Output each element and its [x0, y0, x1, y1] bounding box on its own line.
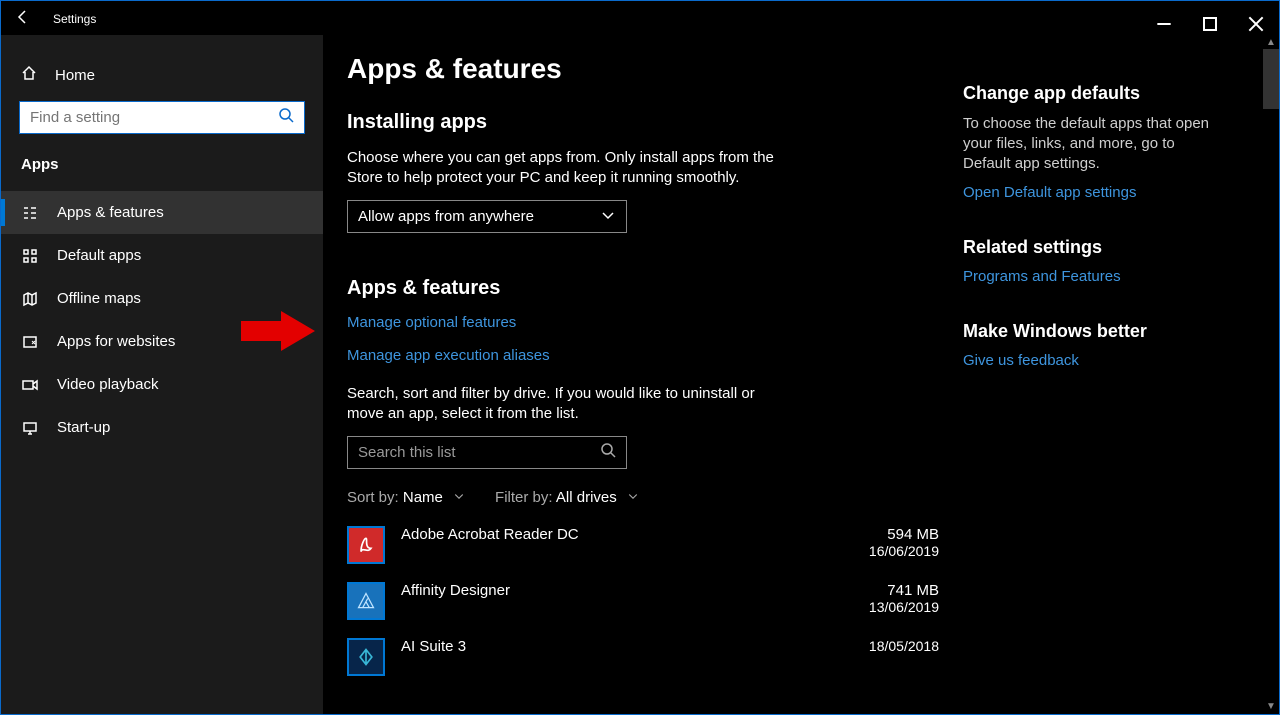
app-name: AI Suite 3 — [401, 638, 869, 655]
app-icon-affinity — [347, 582, 385, 620]
install-source-dropdown[interactable]: Allow apps from anywhere — [347, 200, 627, 233]
installing-apps-body: Choose where you can get apps from. Only… — [347, 148, 777, 188]
app-name: Affinity Designer — [401, 582, 869, 599]
change-defaults-body: To choose the default apps that open you… — [963, 114, 1221, 174]
app-date: 18/05/2018 — [869, 638, 939, 654]
make-windows-better-heading: Make Windows better — [963, 321, 1221, 342]
startup-icon — [21, 420, 39, 436]
sidebar: Home Apps Apps & features Default apps — [1, 35, 323, 714]
app-icon-acrobat — [347, 526, 385, 564]
window-title: Settings — [53, 12, 96, 26]
dropdown-value: Allow apps from anywhere — [358, 208, 534, 225]
filter-value: All drives — [556, 489, 617, 506]
app-search-input[interactable] — [347, 436, 627, 469]
filter-by-dropdown[interactable]: Filter by: All drives — [495, 489, 639, 506]
app-date: 13/06/2019 — [869, 599, 939, 615]
sidebar-item-label: Start-up — [57, 419, 110, 436]
sidebar-item-label: Offline maps — [57, 290, 141, 307]
home-label: Home — [55, 67, 95, 84]
app-row[interactable]: Affinity Designer 741 MB 13/06/2019 — [347, 582, 939, 620]
app-row[interactable]: Adobe Acrobat Reader DC 594 MB 16/06/201… — [347, 526, 939, 564]
apps-for-websites-icon — [21, 334, 39, 350]
change-defaults-heading: Change app defaults — [963, 83, 1221, 104]
related-settings-heading: Related settings — [963, 237, 1221, 258]
chevron-down-icon — [627, 489, 639, 506]
search-field[interactable] — [30, 109, 278, 126]
annotation-arrow-icon — [241, 311, 315, 351]
programs-and-features-link[interactable]: Programs and Features — [963, 268, 1221, 285]
sidebar-item-label: Video playback — [57, 376, 158, 393]
sidebar-item-startup[interactable]: Start-up — [1, 406, 323, 449]
open-default-app-settings-link[interactable]: Open Default app settings — [963, 184, 1221, 201]
back-button[interactable] — [15, 9, 31, 28]
scroll-thumb[interactable] — [1263, 49, 1279, 109]
main-content: Apps & features Installing apps Choose w… — [323, 35, 963, 714]
manage-optional-features-link[interactable]: Manage optional features — [347, 314, 939, 331]
manage-app-aliases-link[interactable]: Manage app execution aliases — [347, 347, 939, 364]
scrollbar[interactable]: ▲ ▼ — [1263, 35, 1279, 714]
sidebar-item-label: Apps for websites — [57, 333, 175, 350]
app-icon-aisuite — [347, 638, 385, 676]
filter-body: Search, sort and filter by drive. If you… — [347, 384, 777, 424]
sort-value: Name — [403, 489, 443, 506]
scroll-up-icon[interactable]: ▲ — [1266, 35, 1276, 50]
titlebar: Settings — [1, 1, 1279, 35]
sidebar-item-label: Default apps — [57, 247, 141, 264]
sidebar-item-default-apps[interactable]: Default apps — [1, 234, 323, 277]
home-button[interactable]: Home — [1, 57, 323, 101]
app-search-field[interactable] — [358, 444, 600, 461]
app-size: 741 MB — [869, 582, 939, 599]
scroll-down-icon[interactable]: ▼ — [1266, 699, 1276, 714]
app-size: 594 MB — [869, 526, 939, 543]
app-name: Adobe Acrobat Reader DC — [401, 526, 869, 543]
sort-by-dropdown[interactable]: Sort by: Name — [347, 489, 465, 506]
sidebar-item-video-playback[interactable]: Video playback — [1, 363, 323, 406]
search-icon — [600, 442, 616, 463]
page-title: Apps & features — [347, 53, 939, 85]
chevron-down-icon — [600, 207, 616, 227]
aside-panel: Change app defaults To choose the defaul… — [963, 35, 1243, 714]
video-playback-icon — [21, 377, 39, 393]
app-date: 16/06/2019 — [869, 543, 939, 559]
apps-features-icon — [21, 205, 39, 221]
installing-apps-heading: Installing apps — [347, 111, 939, 134]
default-apps-icon — [21, 248, 39, 264]
section-label: Apps — [1, 156, 323, 191]
sort-label: Sort by: — [347, 489, 399, 506]
give-us-feedback-link[interactable]: Give us feedback — [963, 352, 1221, 369]
apps-features-heading: Apps & features — [347, 277, 939, 300]
sidebar-item-label: Apps & features — [57, 204, 164, 221]
offline-maps-icon — [21, 291, 39, 307]
sidebar-item-apps-features[interactable]: Apps & features — [1, 191, 323, 234]
filter-label: Filter by: — [495, 489, 553, 506]
chevron-down-icon — [453, 489, 465, 506]
search-icon — [278, 107, 294, 128]
app-row[interactable]: AI Suite 3 18/05/2018 — [347, 638, 939, 676]
search-input[interactable] — [19, 101, 305, 134]
app-list: Adobe Acrobat Reader DC 594 MB 16/06/201… — [347, 526, 939, 676]
home-icon — [21, 65, 37, 85]
